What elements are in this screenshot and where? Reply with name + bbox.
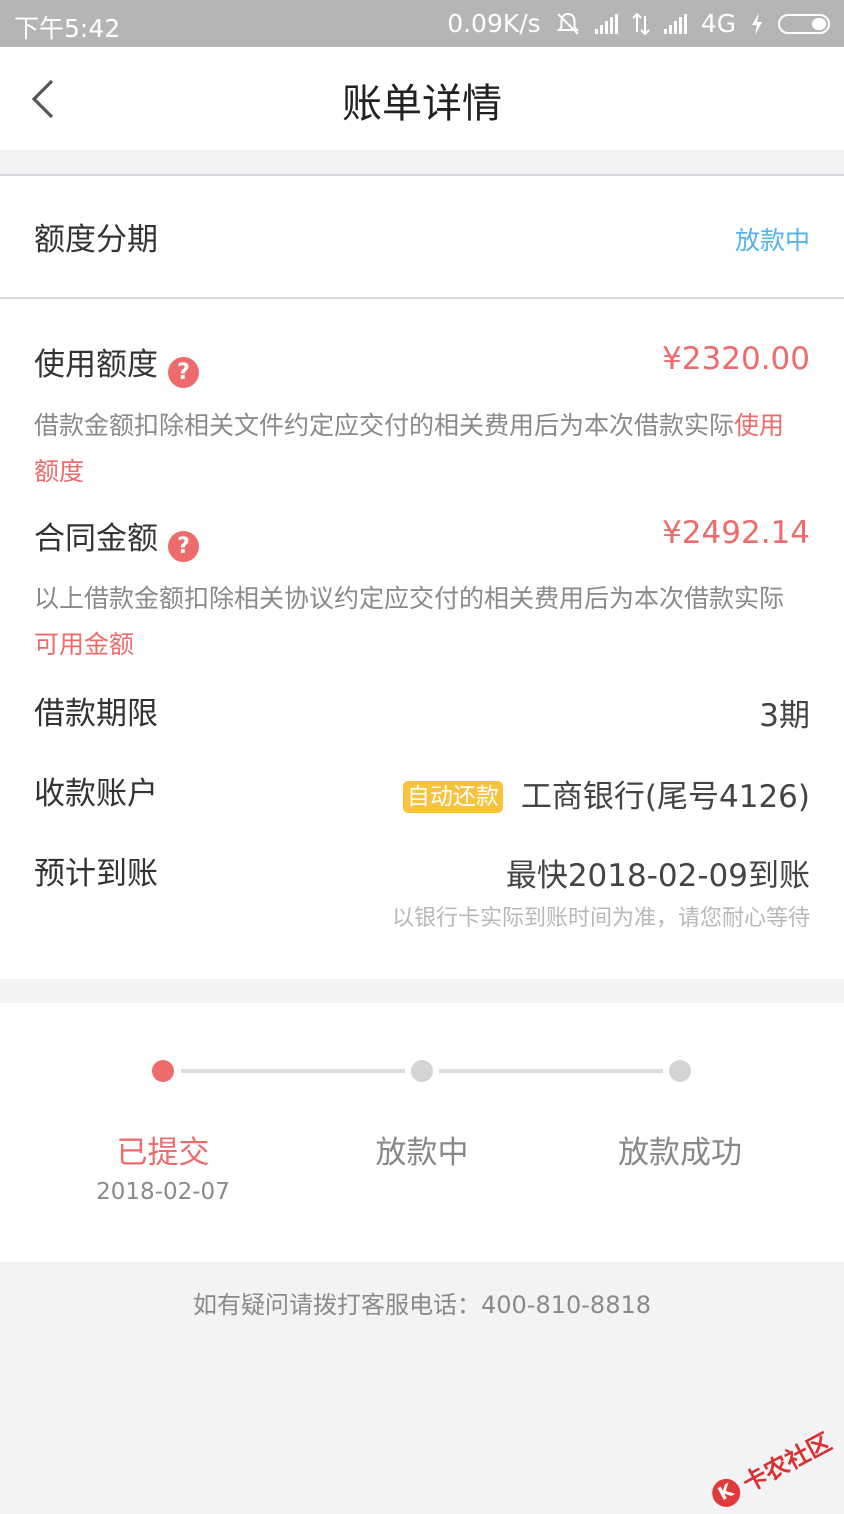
progress-line — [181, 1069, 405, 1073]
network-speed: 0.09K/s — [447, 9, 541, 38]
customer-service-contact[interactable]: 如有疑问请拨打客服电话：400-810-8818 — [0, 1285, 844, 1320]
status-icons: 0.09K/s 4G — [447, 9, 830, 38]
page-title: 账单详情 — [342, 81, 502, 127]
step-dot-success — [669, 1060, 691, 1082]
network-type: 4G — [700, 9, 736, 38]
arrival-value: 最快2018-02-09到账 — [505, 858, 810, 894]
contract-note-highlight: 可用金额 — [34, 630, 135, 659]
status-bar: 下午5:42 0.09K/s 4G — [0, 0, 844, 47]
mute-bell-icon — [556, 12, 579, 35]
battery-icon — [778, 13, 830, 34]
arrival-tip: 以银行卡实际到账时间为准，请您耐心等待 — [391, 906, 810, 931]
nav-bar: 账单详情 — [0, 47, 844, 150]
progress-tracker: 已提交 2018-02-07 放款中 放款成功 — [0, 1003, 844, 1262]
usage-note-text: 借款金额扣除相关文件约定应交付的相关费用后为本次借款实际 — [34, 411, 735, 440]
step-date-submitted: 2018-02-07 — [96, 1179, 230, 1205]
signal-icon — [594, 13, 618, 34]
watermark-logo: K 卡农社区 — [705, 1423, 836, 1514]
arrival-label: 预计到账 — [34, 856, 158, 892]
auto-repay-badge: 自动还款 — [402, 781, 503, 813]
status-time: 下午5:42 — [14, 14, 121, 43]
usage-amount-label: 使用额度 — [34, 347, 158, 383]
contract-amount-label: 合同金额 — [34, 521, 158, 557]
step-dot-lending — [411, 1060, 433, 1082]
contract-amount-label-row: 合同金额? — [34, 513, 199, 562]
data-arrows-icon — [632, 12, 650, 35]
step-label-success: 放款成功 — [618, 1135, 742, 1171]
question-circle-icon[interactable]: ? — [168, 357, 199, 388]
watermark-mark: K — [707, 1473, 745, 1512]
question-circle-icon[interactable]: ? — [168, 531, 199, 562]
account-value-row[interactable]: 自动还款 工商银行(尾号4126) — [402, 771, 810, 816]
term-label: 借款期限 — [34, 696, 158, 732]
contract-amount-value: ¥2492.14 — [662, 515, 810, 551]
step-label-submitted: 已提交 — [116, 1135, 210, 1171]
usage-amount-label-row: 使用额度? — [34, 339, 199, 388]
term-value: 3期 — [759, 698, 810, 734]
progress-line — [439, 1069, 663, 1073]
contract-note-text: 以上借款金额扣除相关协议约定应交付的相关费用后为本次借款实际 — [34, 584, 785, 613]
loan-details-card: 使用额度? ¥2320.00 借款金额扣除相关文件约定应交付的相关费用后为本次借… — [0, 299, 844, 979]
watermark-text: 卡农社区 — [738, 1427, 837, 1498]
signal-icon — [663, 13, 687, 34]
account-label: 收款账户 — [34, 776, 158, 812]
step-label-lending: 放款中 — [375, 1135, 469, 1171]
loan-type-label: 额度分期 — [34, 222, 158, 258]
charging-icon — [752, 12, 762, 35]
contract-amount-note: 以上借款金额扣除相关协议约定应交付的相关费用后为本次借款实际可用金额 — [34, 576, 804, 668]
loan-status-badge: 放款中 — [734, 226, 810, 255]
step-dot-submitted — [152, 1060, 174, 1082]
usage-amount-note: 借款金额扣除相关文件约定应交付的相关费用后为本次借款实际使用额度 — [34, 403, 804, 495]
usage-amount-value: ¥2320.00 — [662, 341, 810, 377]
account-value: 工商银行(尾号4126) — [520, 779, 810, 815]
loan-type-row: 额度分期 放款中 — [0, 176, 844, 297]
